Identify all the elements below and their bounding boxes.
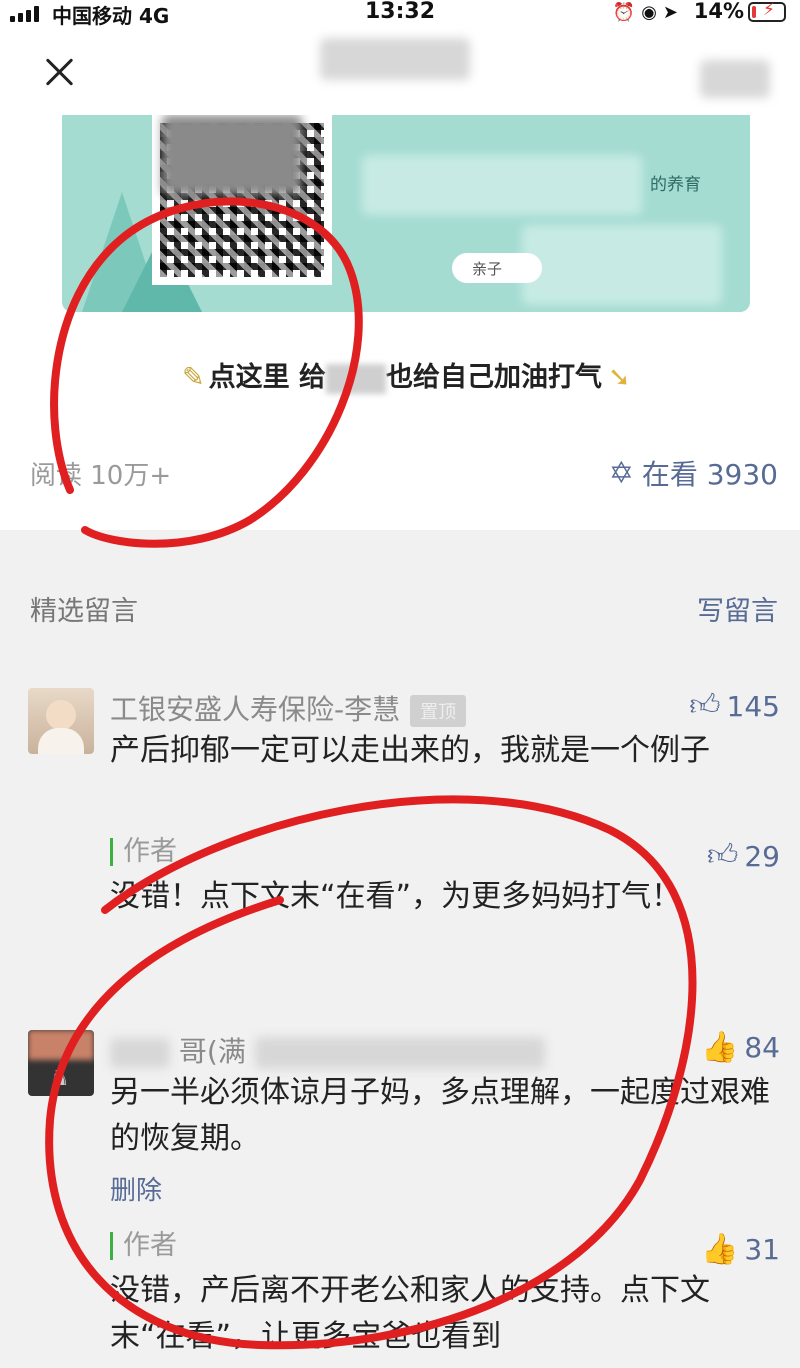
wow-count: 在看 3930 (641, 458, 778, 491)
wow-button[interactable]: ✡ 在看 3930 (609, 453, 778, 493)
battery-icon: ⚡ (748, 0, 786, 22)
arrow-down-right-icon: ➘ (608, 362, 631, 393)
author-reply-label: 作者 (110, 838, 177, 866)
reply-like-count: 29 (744, 839, 780, 873)
nav-bar (0, 30, 800, 115)
delete-button[interactable]: 删除 (110, 1170, 162, 1207)
thumbs-up-icon: 👍︎ (689, 688, 721, 723)
reply-like-count: 31 (744, 1233, 780, 1266)
comment-nickname: 哥(满 (110, 1030, 545, 1070)
read-count: 阅读 10万+ (30, 461, 172, 491)
avatar[interactable]: ♞ (28, 1030, 94, 1096)
cta-line: ✎ 点这里 给也给自己加油打气 ➘ (182, 362, 631, 394)
comment-text: 另一半必须体谅月子妈，多点理解，一起度过艰难的恢复期。 (110, 1075, 770, 1156)
thumbs-up-icon: 👍 (701, 1030, 739, 1065)
blurred-menu (700, 60, 770, 98)
comment-text: 产后抑郁一定可以走出来的，我就是一个例子 (110, 733, 710, 768)
banner-pill: 亲子 (452, 253, 542, 283)
comment-item: 工银安盛人寿保险-李慧 置顶 👍︎ 145 产后抑郁一定可以走出来的，我就是一个例… (0, 688, 800, 968)
thumbs-up-icon: 👍 (701, 1232, 739, 1267)
like-count: 145 (726, 689, 780, 723)
like-button[interactable]: 👍︎ 145 (689, 688, 780, 724)
author-reply-label: 作者 (110, 1232, 177, 1260)
thumbs-up-icon: 👍︎ (707, 838, 739, 873)
reply-like-button[interactable]: 👍 31 (701, 1232, 780, 1267)
status-icons: ⏰◉➤ (612, 2, 684, 23)
wow-icon: ✡ (608, 455, 634, 491)
like-count: 84 (744, 1031, 780, 1064)
write-comment-button[interactable]: 写留言 (697, 589, 778, 628)
avatar[interactable] (28, 688, 94, 754)
like-button[interactable]: 👍 84 (701, 1030, 780, 1065)
pinned-badge: 置顶 (410, 695, 467, 727)
article-footer: 的养育 亲子 ✎ 点这里 给也给自己加油打气 ➘ 阅读 10万+ ✡ 在看 3930 (0, 115, 800, 530)
close-icon[interactable] (40, 52, 80, 92)
author-reply-text: 没错！点下文末“在看”，为更多妈妈打气！ (110, 879, 682, 914)
clap-icon: ✎ (182, 362, 205, 393)
comment-nickname: 工银安盛人寿保险-李慧 置顶 (110, 688, 467, 728)
comment-item: ♞ 哥(满 👍 84 另一半必须体谅月子妈，多点理解，一起度过艰难的恢复期。 删… (0, 1030, 800, 1368)
banner-text: 的养育 (650, 175, 701, 195)
blurred-title (320, 38, 470, 80)
battery-percent: 14% (693, 0, 744, 23)
comments-header: 精选留言 写留言 (0, 585, 800, 635)
author-reply-text: 没错，产后离不开老公和家人的支持。点下文末“在看”，让更多宝爸也看到 (110, 1273, 710, 1354)
status-bar: 中国移动 4G 13:32 ⏰◉➤ 14% ⚡ (0, 0, 800, 30)
promo-banner[interactable]: 的养育 亲子 (62, 115, 750, 312)
reply-like-button[interactable]: 👍︎ 29 (707, 838, 780, 874)
comments-title: 精选留言 (30, 596, 138, 627)
